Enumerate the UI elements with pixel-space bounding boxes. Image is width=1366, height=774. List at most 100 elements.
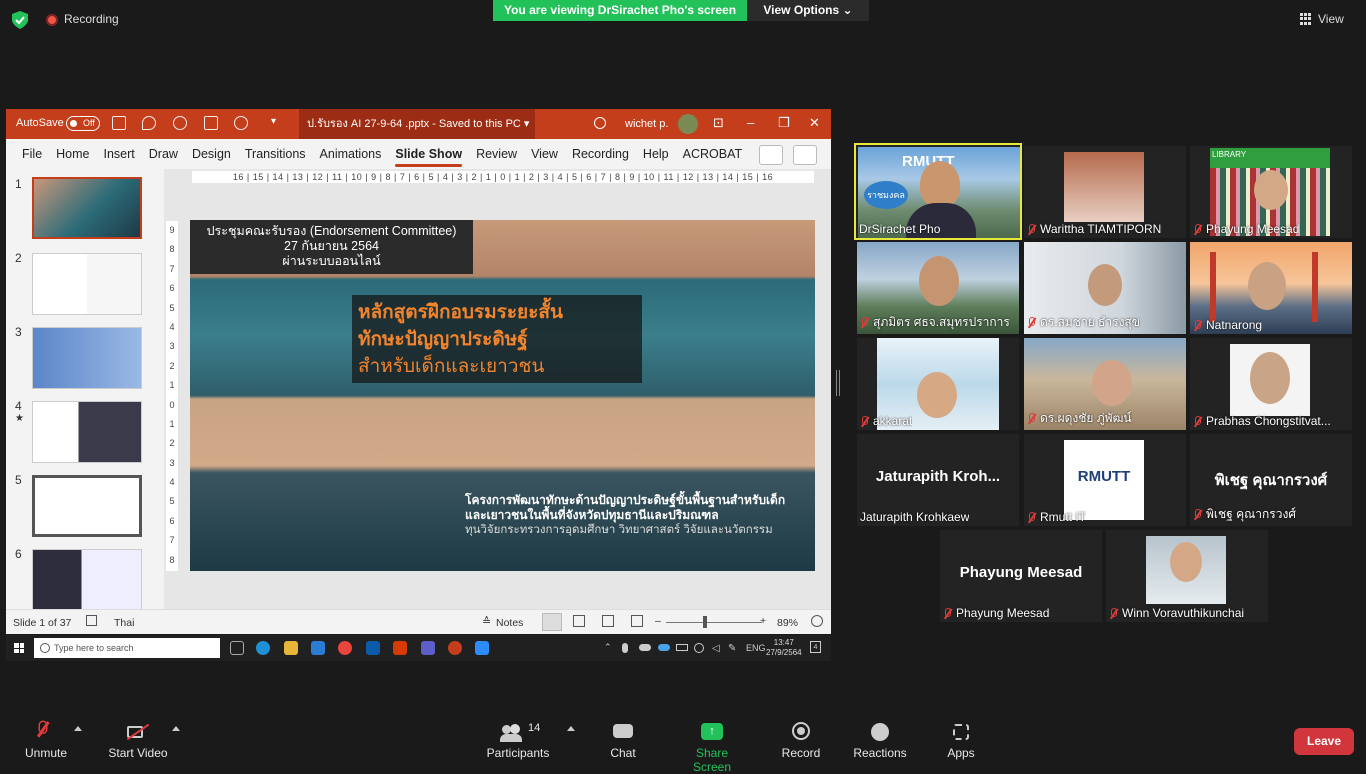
current-slide[interactable]: ประชุมคณะรับรอง (Endorsement Committee) …: [190, 220, 815, 571]
chat-button[interactable]: Chat: [606, 722, 640, 760]
security-shield-icon[interactable]: [12, 11, 28, 29]
volume-icon[interactable]: ◁: [712, 643, 720, 654]
video-tile[interactable]: RMUTT Rmutt IT: [1024, 434, 1186, 526]
notes-icon[interactable]: ≙: [482, 615, 491, 628]
close-icon[interactable]: ✕: [809, 115, 820, 131]
tab-help[interactable]: Help: [636, 139, 676, 169]
video-tile[interactable]: RMUTT ราชมงคล DrSirachet Pho: [854, 143, 1022, 240]
video-tile[interactable]: Prabhas Chongstitvat...: [1190, 338, 1352, 430]
video-tile[interactable]: Natnarong: [1190, 242, 1352, 334]
notification-center-icon[interactable]: 4: [810, 641, 821, 653]
teams-icon[interactable]: [421, 641, 435, 655]
input-language[interactable]: ENG: [746, 643, 766, 653]
audio-options-caret-icon[interactable]: [74, 726, 82, 731]
record-button[interactable]: Record: [780, 722, 822, 760]
apps-button[interactable]: Apps: [944, 722, 978, 760]
slide-thumb-4[interactable]: [32, 401, 142, 463]
slide-thumb-2[interactable]: [32, 253, 142, 315]
tab-transitions[interactable]: Transitions: [238, 139, 313, 169]
video-tile[interactable]: Winn Voravuthikunchai: [1106, 530, 1268, 622]
save-icon[interactable]: [112, 116, 126, 130]
task-view-icon[interactable]: [230, 641, 244, 655]
reactions-button[interactable]: Reactions: [852, 722, 908, 760]
tab-file[interactable]: File: [15, 139, 49, 169]
mail-icon[interactable]: [311, 641, 325, 655]
tab-design[interactable]: Design: [185, 139, 238, 169]
slide-thumb-1[interactable]: [32, 177, 142, 239]
touch-mode-icon[interactable]: [234, 116, 248, 130]
zoom-slider-thumb[interactable]: [703, 616, 707, 628]
slide-thumb-3[interactable]: [32, 327, 142, 389]
unmute-button[interactable]: Unmute: [22, 720, 70, 760]
office-icon[interactable]: [393, 641, 407, 655]
leave-button[interactable]: Leave: [1294, 728, 1354, 755]
recording-icon[interactable]: [46, 14, 58, 26]
microphone-tray-icon[interactable]: [622, 643, 628, 653]
undo-icon[interactable]: [142, 116, 156, 130]
video-tile[interactable]: LIBRARY Phayung Meesad: [1190, 146, 1352, 238]
zoom-percent[interactable]: 89%: [777, 617, 798, 629]
video-tile[interactable]: ดร.ผดุงชัย ภู่พัฒน์: [1024, 338, 1186, 430]
powerpoint-icon[interactable]: [448, 641, 462, 655]
slide-thumbnails[interactable]: 1 2 3 4 ★ 5 6: [6, 169, 162, 609]
video-tile[interactable]: Warittha TIAMTIPORN: [1024, 146, 1186, 238]
slide-thumb-5[interactable]: [32, 475, 142, 537]
tab-animations[interactable]: Animations: [313, 139, 389, 169]
ribbon-display-icon[interactable]: ⊡: [713, 115, 724, 131]
redo-icon[interactable]: [173, 116, 187, 130]
share-icon[interactable]: [759, 145, 783, 165]
recording-label[interactable]: Recording: [64, 12, 119, 26]
start-video-button[interactable]: Start Video: [108, 722, 168, 760]
participants-button[interactable]: 14 Participants: [486, 722, 550, 760]
language-label[interactable]: Thai: [114, 617, 134, 629]
normal-view-icon[interactable]: [542, 613, 562, 631]
windows-start-icon[interactable]: [14, 643, 24, 653]
onedrive-icon[interactable]: [639, 644, 651, 651]
search-icon[interactable]: [594, 117, 606, 129]
zoom-slider[interactable]: [666, 622, 762, 623]
tab-draw[interactable]: Draw: [142, 139, 185, 169]
participants-caret-icon[interactable]: [567, 726, 575, 731]
tab-slide-show[interactable]: Slide Show: [388, 139, 469, 169]
view-button[interactable]: View: [1300, 9, 1360, 29]
tab-acrobat[interactable]: ACROBAT: [676, 139, 750, 169]
user-name[interactable]: wichet p.: [625, 118, 668, 130]
slideshow-view-icon[interactable]: [631, 615, 643, 627]
onedrive-business-icon[interactable]: [658, 644, 670, 651]
edge-icon[interactable]: [256, 641, 270, 655]
video-options-caret-icon[interactable]: [172, 726, 180, 731]
battery-icon[interactable]: [676, 644, 688, 651]
zoom-in-icon[interactable]: +: [760, 615, 766, 627]
video-tile[interactable]: ดร.สมชาย ธำรงสุข: [1024, 242, 1186, 334]
fit-slide-icon[interactable]: [811, 615, 823, 627]
file-name[interactable]: ป.รับรอง AI 27-9-64 .pptx - Saved to thi…: [299, 109, 535, 139]
system-tray-chevron-icon[interactable]: ⌃: [604, 642, 612, 653]
tab-view[interactable]: View: [524, 139, 565, 169]
taskbar-clock[interactable]: 13:47 27/9/2564: [766, 638, 802, 658]
zoom-app-icon[interactable]: [475, 641, 489, 655]
taskbar-search[interactable]: Type here to search: [34, 638, 220, 658]
minimize-icon[interactable]: –: [747, 115, 754, 130]
video-tile[interactable]: Jaturapith Kroh... Jaturapith Krohkaew: [857, 434, 1019, 526]
tab-review[interactable]: Review: [469, 139, 524, 169]
chrome-icon[interactable]: [338, 641, 352, 655]
video-tile[interactable]: พิเชฐ คุณากรวงศ์ พิเชฐ คุณากรวงศ์: [1190, 434, 1352, 526]
slide-sorter-icon[interactable]: [573, 615, 585, 627]
outlook-icon[interactable]: [366, 641, 380, 655]
network-icon[interactable]: [694, 643, 704, 653]
tab-recording[interactable]: Recording: [565, 139, 636, 169]
split-divider-handle[interactable]: [836, 370, 840, 396]
tab-insert[interactable]: Insert: [97, 139, 142, 169]
notes-button[interactable]: Notes: [496, 617, 523, 629]
customize-toolbar-icon[interactable]: ▾: [271, 116, 276, 127]
shared-screen[interactable]: AutoSave Off ▾ ป.รับรอง AI 27-9-64 .pptx…: [6, 109, 831, 634]
zoom-out-icon[interactable]: –: [655, 615, 661, 627]
video-tile[interactable]: Phayung Meesad Phayung Meesad: [940, 530, 1102, 622]
autosave-toggle[interactable]: Off: [66, 116, 100, 131]
view-options-button[interactable]: View Options ⌄: [747, 0, 869, 21]
comments-icon[interactable]: [793, 145, 817, 165]
restore-icon[interactable]: ❐: [778, 115, 790, 131]
reading-view-icon[interactable]: [602, 615, 614, 627]
file-explorer-icon[interactable]: [284, 641, 298, 655]
video-tile[interactable]: สุภมิตร ศธจ.สมุทรปราการ: [857, 242, 1019, 334]
